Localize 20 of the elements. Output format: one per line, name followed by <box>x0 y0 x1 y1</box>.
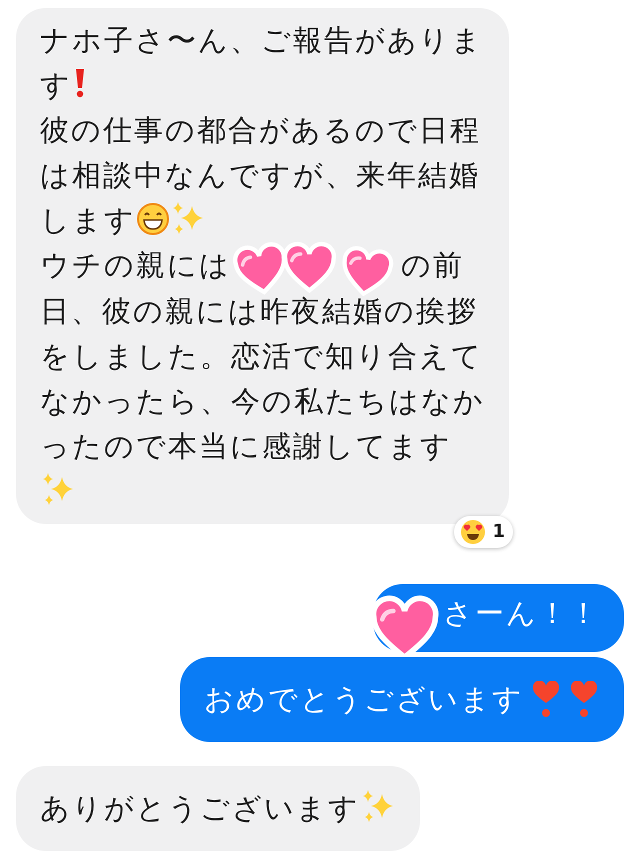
message-text: をしました。恋活で知り合えて <box>40 339 483 373</box>
message-text: ウチの親には <box>40 248 231 282</box>
message-text: おめでとうございます <box>204 682 524 716</box>
message-text: の前 <box>401 248 464 282</box>
heart-eyes-face-icon <box>460 519 486 545</box>
message-text: します <box>40 203 136 237</box>
grinning-face-icon <box>136 202 170 236</box>
message-text: さーん！！ <box>443 596 600 630</box>
reaction-count: 1 <box>492 521 505 543</box>
message-text: なかったら、今の私たちはなか <box>40 384 485 418</box>
reaction-badge[interactable]: 1 <box>454 516 513 548</box>
heart-exclamation-icon <box>568 681 600 719</box>
message-text: す <box>40 68 72 102</box>
message-text: ったので本当に感謝してます <box>40 429 452 463</box>
message-text: は相談中なんですが、来年結婚 <box>40 158 480 192</box>
heart-exclamation-icon <box>530 681 562 719</box>
message-text: ありがとうございます <box>40 791 360 825</box>
message-text: ナホ子さ〜ん、ご報告がありま <box>40 23 483 57</box>
message-text: 彼の仕事の都合があるので日程 <box>40 113 481 147</box>
message-text: 日、彼の親には昨夜結婚の挨拶 <box>40 294 478 328</box>
